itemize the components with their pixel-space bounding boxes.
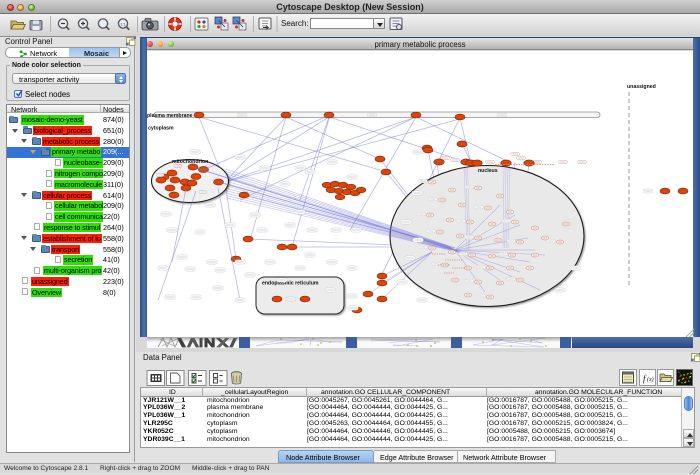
svg-text:(x): (x) [647, 376, 654, 383]
